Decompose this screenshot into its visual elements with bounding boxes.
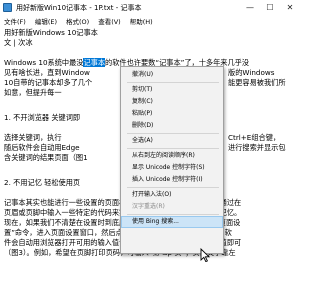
menu-view[interactable]: 查看(V)	[94, 16, 126, 26]
text-line-start: 10自带的记事本却多了几个	[4, 78, 93, 87]
selected-text[interactable]: 记事本	[83, 58, 106, 67]
text-line: 选择关键词，执行 Ctrl+E组合键，	[4, 133, 280, 142]
menu-help[interactable]: 帮助(H)	[126, 16, 158, 26]
menu-separator	[127, 148, 219, 149]
text-line-end: Ctrl+E组合键，	[228, 133, 281, 142]
menu-item-undo[interactable]: 撤消(U)	[122, 70, 222, 80]
menu-item-delete[interactable]: 删除(D)	[122, 121, 222, 131]
menu-item-insert-unicode-control[interactable]: 插入 Unicode 控制字符(I)	[122, 175, 222, 185]
menu-separator	[127, 214, 219, 215]
text-line-end: 进行搜索并显示包	[228, 143, 286, 152]
menu-item-paste[interactable]: 粘贴(P)	[122, 109, 222, 119]
text-line-start: 见有啥长进，直到Window	[4, 68, 90, 77]
menu-format[interactable]: 格式(O)	[62, 16, 94, 26]
text-line: 用好新版Windows 10记事本	[4, 28, 98, 37]
text-line: 含关键词的结果页面（图1	[4, 153, 88, 162]
menu-item-rtl-reading-order[interactable]: 从右到左的阅读顺序(R)	[122, 151, 222, 161]
maximize-button[interactable]: ☐	[260, 0, 280, 15]
menu-item-copy[interactable]: 复制(C)	[122, 97, 222, 107]
text-line: 见有啥长进，直到Window 版的Windows	[4, 68, 274, 77]
menu-separator	[127, 82, 219, 83]
minimize-button[interactable]: —	[240, 0, 260, 15]
text-line: 随后软件会自动用Edge 进行搜索并显示包	[4, 143, 286, 152]
menu-file[interactable]: 文件(F)	[0, 16, 31, 26]
menu-item-reconversion: 汉字重选(R)	[132, 203, 165, 210]
menu-edit[interactable]: 编辑(E)	[31, 16, 62, 26]
text-line-start: 选择关键词，执行	[4, 133, 62, 142]
mouse-pointer-icon	[200, 248, 210, 262]
text-line: 文 | 次冰	[4, 38, 33, 47]
text-line-end: 能更容易被我们所	[228, 78, 286, 87]
window-controls: — ☐ ✕	[240, 0, 300, 15]
text-line: 如意，但提升每一	[4, 88, 62, 97]
menu-separator	[127, 187, 219, 188]
window-title: 用好新版Win10记事本 - 1P.txt - 记事本	[16, 3, 142, 12]
menu-separator	[127, 133, 219, 134]
menu-item-cut[interactable]: 剪切(T)	[122, 85, 222, 95]
section-heading: 2. 不用记忆 轻松使用页	[4, 178, 81, 187]
text-line-end: 版的Windows	[228, 68, 275, 77]
menu-bar: 文件(F) 编辑(E) 格式(O) 查看(V) 帮助(H)	[0, 15, 300, 26]
notepad-app-icon	[3, 3, 12, 12]
context-menu: 撤消(U) 剪切(T) 复制(C) 粘贴(P) 删除(D) 全选(A) 从右到左…	[120, 66, 224, 254]
text-line-start: Windows 10系统中最没	[4, 58, 84, 67]
title-bar: 用好新版Win10记事本 - 1P.txt - 记事本 — ☐ ✕	[0, 0, 300, 15]
menu-item-open-ime[interactable]: 打开输入法(O)	[122, 190, 222, 200]
text-line-start: 随后软件会自动用Edge	[4, 143, 80, 152]
menu-item-select-all[interactable]: 全选(A)	[122, 136, 222, 146]
text-line: 10自带的记事本却多了几个 能更容易被我们所	[4, 78, 286, 87]
menu-item-show-unicode-control[interactable]: 显示 Unicode 控制字符(S)	[122, 163, 222, 173]
menu-item-search-with-bing[interactable]: 使用 Bing 搜索...	[121, 216, 223, 228]
section-heading: 1. 不开浏览器 关键词即	[4, 113, 81, 122]
close-button[interactable]: ✕	[280, 0, 300, 15]
